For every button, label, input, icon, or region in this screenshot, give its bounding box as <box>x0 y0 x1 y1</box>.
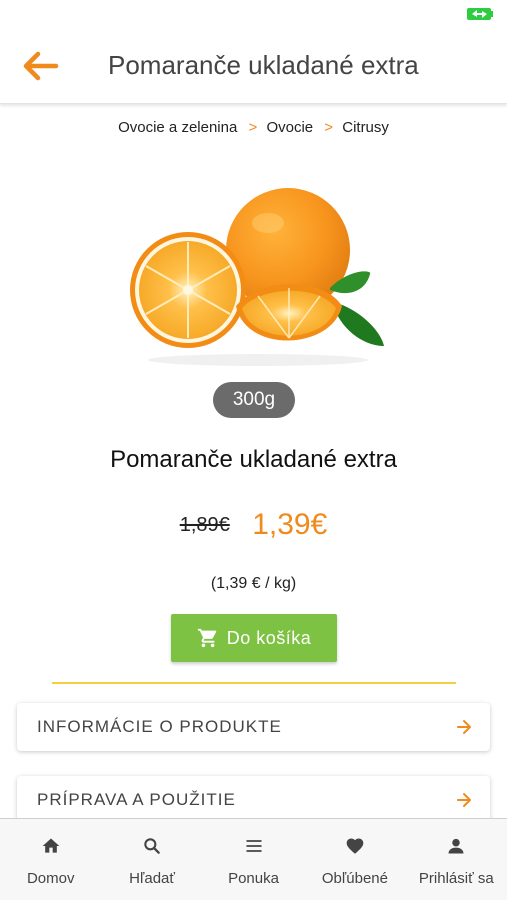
breadcrumb-separator: > <box>324 119 334 136</box>
nav-label: Prihlásiť sa <box>418 870 494 887</box>
breadcrumb: Ovocie a zelenina > Ovocie > Citrusy <box>0 119 507 136</box>
home-icon <box>42 838 60 853</box>
add-to-cart-label: Do košíka <box>226 627 312 648</box>
product-image <box>130 188 384 366</box>
preparation-usage-section[interactable]: PRÍPRAVA A POUŽITIE <box>17 776 490 824</box>
section-divider <box>52 682 456 684</box>
current-price: 1,39€ <box>252 508 328 541</box>
status-bar <box>0 0 507 28</box>
bottom-navigation: Domov Hľadať Ponuka Obľúbené Prihlásiť s… <box>0 818 507 900</box>
product-info-section[interactable]: INFORMÁCIE O PRODUKTE <box>17 703 490 751</box>
weight-badge: 300g <box>213 382 295 418</box>
app-header: Pomaranče ukladané extra <box>0 28 507 104</box>
breadcrumb-item-fruit[interactable]: Ovocie <box>266 119 313 136</box>
arrow-left-icon <box>23 51 59 81</box>
nav-label: Ponuka <box>228 870 279 887</box>
nav-item-home[interactable]: Domov <box>0 819 101 900</box>
heart-icon <box>346 838 364 854</box>
breadcrumb-separator: > <box>248 119 258 136</box>
nav-label: Obľúbené <box>321 870 388 887</box>
old-price: 1,89€ <box>179 513 230 536</box>
nav-item-login[interactable]: Prihlásiť sa <box>406 819 507 900</box>
arrow-right-icon <box>457 793 471 807</box>
back-button[interactable] <box>22 50 62 82</box>
add-to-cart-button[interactable]: Do košíka <box>171 614 337 662</box>
nav-label: Hľadať <box>129 870 176 887</box>
arrow-right-icon <box>457 720 471 734</box>
search-icon <box>144 838 160 854</box>
battery-charging-icon <box>467 8 493 20</box>
product-name: Pomaranče ukladané extra <box>110 446 397 473</box>
person-icon <box>448 838 464 854</box>
nav-item-menu[interactable]: Ponuka <box>203 819 304 900</box>
unit-price: (1,39 € / kg) <box>210 575 297 592</box>
section-label: PRÍPRAVA A POUŽITIE <box>37 790 236 809</box>
breadcrumb-item-fruit-vegetables[interactable]: Ovocie a zelenina <box>118 119 237 136</box>
nav-item-search[interactable]: Hľadať <box>101 819 202 900</box>
page-title: Pomaranče ukladané extra <box>108 50 419 80</box>
cart-icon <box>197 628 216 648</box>
section-label: INFORMÁCIE O PRODUKTE <box>37 717 282 736</box>
menu-icon <box>246 840 262 852</box>
nav-label: Domov <box>26 870 75 887</box>
nav-item-favorites[interactable]: Obľúbené <box>304 819 405 900</box>
price-row: 1,89€ 1,39€ <box>0 508 507 542</box>
breadcrumb-item-citrus[interactable]: Citrusy <box>342 119 389 136</box>
